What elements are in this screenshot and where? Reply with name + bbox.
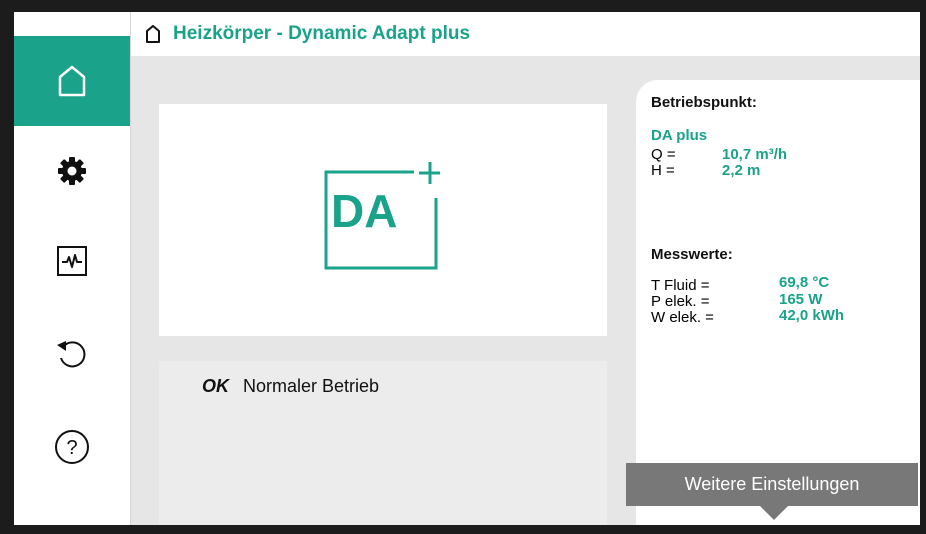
messwerte-title: Messwerte:: [651, 246, 733, 263]
diagnostics-icon: [57, 246, 87, 276]
nav-settings[interactable]: [14, 126, 130, 216]
w-elek-value: 42,0 kWh: [779, 307, 845, 324]
q-label: Q =: [651, 146, 676, 163]
status-row: OK Normaler Betrieb: [202, 376, 379, 397]
w-elek-label: W elek. =: [651, 309, 714, 326]
help-icon: ?: [55, 430, 89, 464]
q-value: 10,7 m³/h: [722, 146, 788, 163]
info-panel: Betriebspunkt: DA plus Q = 10,7 m³/h H =…: [636, 80, 920, 525]
pump-display: ? Heizkörper - Dynamic Adapt plus DA OK …: [14, 12, 920, 525]
nav-home[interactable]: [14, 36, 130, 126]
status-code: OK: [202, 376, 229, 396]
h-value: 2,2 m: [722, 162, 761, 179]
status-text: Normaler Betrieb: [243, 376, 380, 396]
t-fluid-value: 69,8 °C: [779, 274, 830, 291]
p-elek-label: P elek. =: [651, 293, 710, 310]
p-elek-value: 165 W: [779, 291, 823, 308]
status-panel: OK Normaler Betrieb: [159, 361, 607, 525]
nav-diagnostics[interactable]: [14, 216, 130, 306]
betriebspunkt-mode: DA plus: [651, 127, 708, 144]
mode-badge: DA: [331, 185, 398, 237]
mode-panel[interactable]: DA: [159, 104, 607, 336]
nav-undo[interactable]: [14, 308, 130, 398]
gear-icon: [58, 157, 86, 185]
svg-text:?: ?: [66, 437, 77, 459]
sidebar-nav: ?: [14, 12, 131, 525]
page-title: Heizkörper - Dynamic Adapt plus: [173, 23, 471, 44]
house-icon: [145, 25, 161, 43]
header-bar: Heizkörper - Dynamic Adapt plus: [131, 12, 920, 56]
betriebspunkt-title: Betriebspunkt:: [651, 94, 757, 111]
home-icon: [58, 65, 86, 97]
t-fluid-label: T Fluid =: [651, 277, 710, 294]
chevron-down-icon: [760, 506, 788, 520]
undo-icon: [57, 341, 86, 368]
nav-help[interactable]: ?: [14, 402, 130, 492]
more-settings-button[interactable]: Weitere Einstellungen: [626, 463, 918, 506]
h-label: H =: [651, 162, 675, 179]
